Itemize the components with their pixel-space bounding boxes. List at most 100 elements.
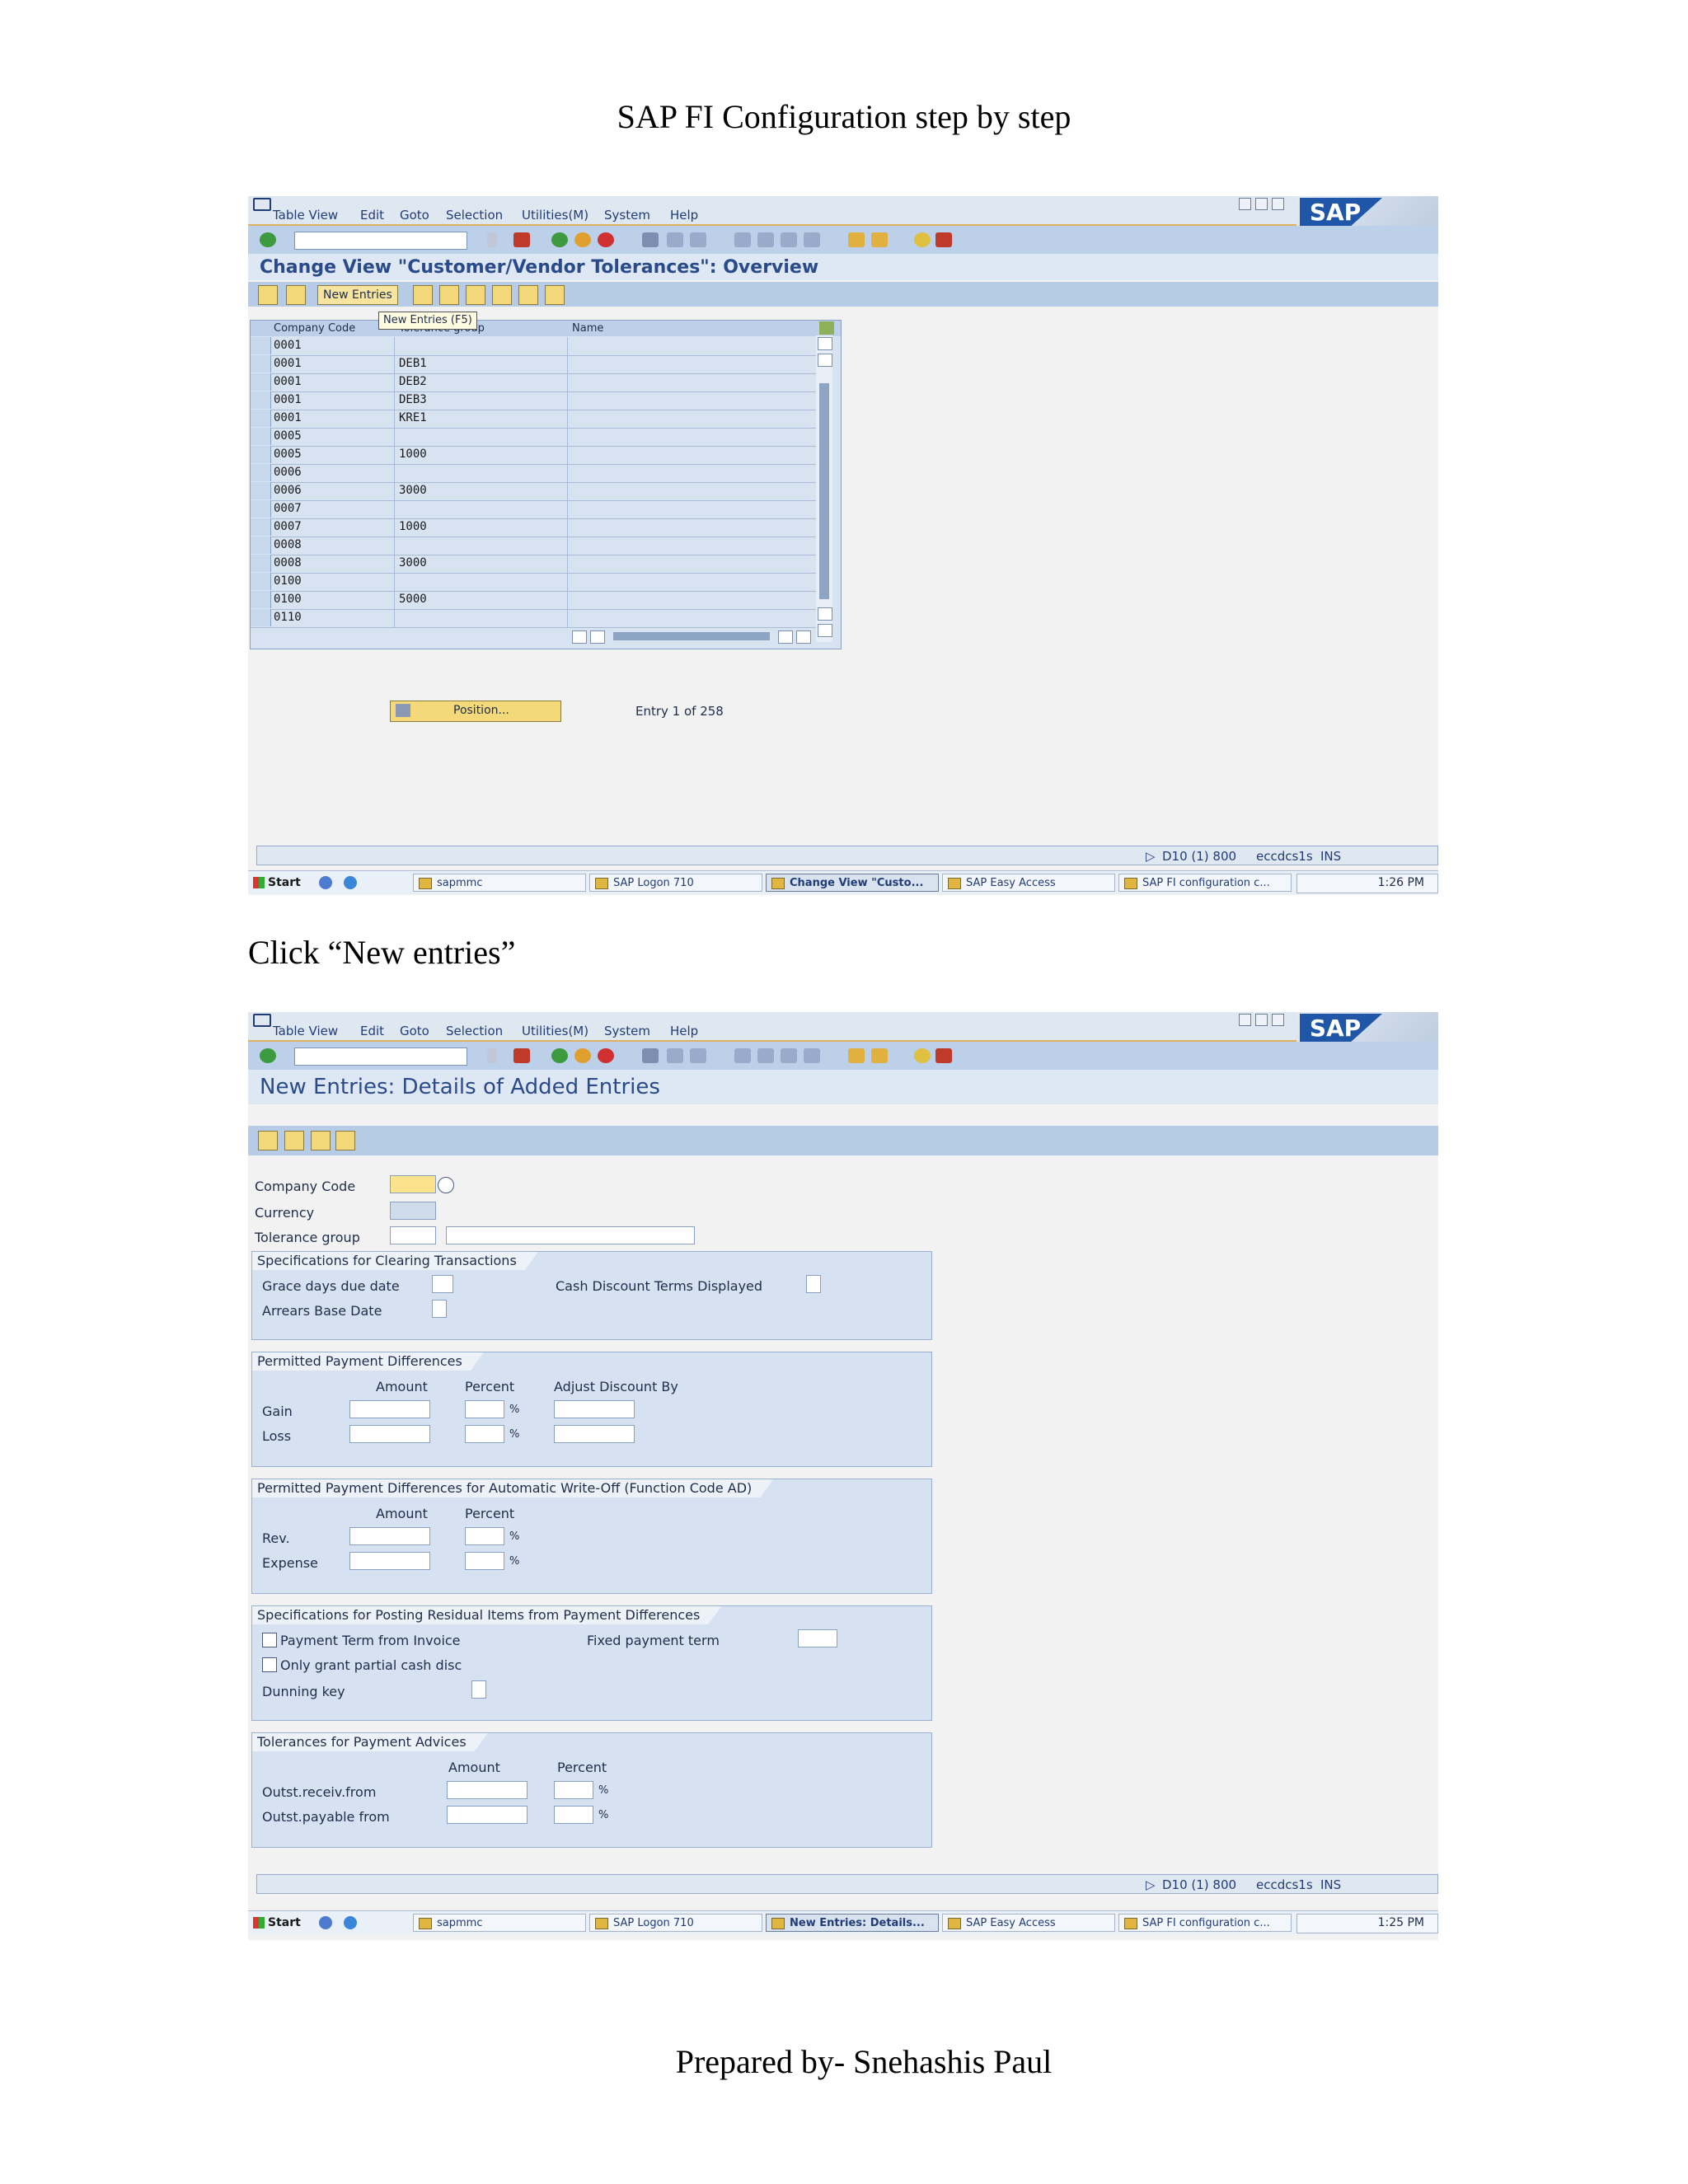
- arrears-base-input[interactable]: [432, 1300, 447, 1318]
- find-icon[interactable]: [667, 232, 683, 247]
- fixed-term-input[interactable]: [798, 1629, 837, 1647]
- gain-amount-input[interactable]: [349, 1400, 430, 1418]
- previous-page-icon[interactable]: [757, 232, 774, 247]
- status-expand-icon[interactable]: ▷: [1146, 1877, 1156, 1892]
- table-row[interactable]: 0001 DEB3: [251, 391, 819, 410]
- page-down-icon[interactable]: [818, 624, 832, 637]
- scroll-col-right-icon[interactable]: [796, 630, 811, 644]
- table-row[interactable]: 0001 DEB2: [251, 373, 819, 392]
- menu-system[interactable]: System: [604, 208, 650, 223]
- menu-utilities[interactable]: Utilities(M): [522, 208, 588, 223]
- search-help-icon[interactable]: [438, 1177, 454, 1193]
- row-selector[interactable]: [251, 337, 271, 354]
- quicklaunch-ie-icon[interactable]: [344, 1916, 357, 1929]
- delete-icon[interactable]: [284, 1131, 304, 1151]
- outst-payable-amount-input[interactable]: [447, 1806, 528, 1824]
- row-selector[interactable]: [251, 500, 271, 518]
- table-row[interactable]: 0005 1000: [251, 446, 819, 465]
- partial-cash-checkbox[interactable]: [262, 1657, 277, 1672]
- task-sap-logon[interactable]: SAP Logon 710: [589, 874, 762, 892]
- menu-edit[interactable]: Edit: [360, 1024, 384, 1038]
- status-expand-icon[interactable]: ▷: [1146, 849, 1156, 864]
- loss-amount-input[interactable]: [349, 1425, 430, 1443]
- row-selector[interactable]: [251, 464, 271, 481]
- scroll-right-icon[interactable]: [590, 630, 605, 644]
- quicklaunch-desktop-icon[interactable]: [319, 1916, 332, 1929]
- row-selector[interactable]: [251, 373, 271, 391]
- minimize-icon[interactable]: [1239, 198, 1251, 210]
- table-row[interactable]: 0007 1000: [251, 518, 819, 537]
- menu-system[interactable]: System: [604, 1024, 650, 1038]
- row-selector[interactable]: [251, 591, 271, 608]
- hscroll-thumb[interactable]: [613, 632, 770, 640]
- close-window-icon[interactable]: [1272, 1014, 1284, 1026]
- scroll-up-icon[interactable]: [818, 337, 832, 350]
- details-icon[interactable]: [286, 285, 306, 305]
- help-icon[interactable]: [914, 232, 931, 247]
- loss-percent-input[interactable]: [465, 1425, 504, 1443]
- system-menu-icon[interactable]: [253, 198, 271, 211]
- next-entry-icon[interactable]: [335, 1131, 355, 1151]
- task-sapmmc[interactable]: sapmmc: [413, 874, 586, 892]
- table-row[interactable]: 0100: [251, 573, 819, 592]
- history-icon[interactable]: [487, 1048, 497, 1063]
- start-button[interactable]: Start: [251, 1914, 301, 1932]
- gain-percent-input[interactable]: [465, 1400, 504, 1418]
- print-icon[interactable]: [642, 1048, 659, 1063]
- scroll-down-icon[interactable]: [818, 354, 832, 367]
- task-sap-easy-access[interactable]: SAP Easy Access: [942, 1914, 1115, 1932]
- close-window-icon[interactable]: [1272, 198, 1284, 210]
- next-page-icon[interactable]: [781, 1048, 797, 1063]
- task-word-document[interactable]: SAP FI configuration c...: [1118, 874, 1292, 892]
- previous-page-icon[interactable]: [757, 1048, 774, 1063]
- cancel-icon[interactable]: [598, 1048, 614, 1063]
- table-row[interactable]: 0006: [251, 464, 819, 483]
- row-selector[interactable]: [251, 537, 271, 554]
- select-block-icon[interactable]: [518, 285, 538, 305]
- maximize-icon[interactable]: [1255, 1014, 1268, 1026]
- shortcut-icon[interactable]: [871, 1048, 888, 1063]
- payment-term-checkbox[interactable]: [262, 1633, 277, 1647]
- tolerance-group-input[interactable]: [390, 1226, 436, 1244]
- menu-table-view[interactable]: Table View: [273, 208, 338, 223]
- row-selector[interactable]: [251, 391, 271, 409]
- exit-icon[interactable]: [574, 1048, 591, 1063]
- table-row[interactable]: 0001 KRE1: [251, 410, 819, 429]
- column-name[interactable]: Name: [572, 322, 603, 335]
- last-page-icon[interactable]: [804, 1048, 820, 1063]
- cash-discount-input[interactable]: [806, 1275, 821, 1293]
- dunning-key-input[interactable]: [471, 1680, 486, 1699]
- table-row[interactable]: 0100 5000: [251, 591, 819, 610]
- outst-receiv-amount-input[interactable]: [447, 1781, 528, 1799]
- menu-table-view[interactable]: Table View: [273, 1024, 338, 1038]
- row-selector[interactable]: [251, 482, 271, 499]
- enter-icon[interactable]: [260, 1048, 276, 1063]
- delete-icon[interactable]: [439, 285, 459, 305]
- find-icon[interactable]: [667, 1048, 683, 1063]
- display-change-icon[interactable]: [258, 285, 278, 305]
- save-icon[interactable]: [513, 232, 530, 247]
- menu-selection[interactable]: Selection: [446, 208, 503, 223]
- find-next-icon[interactable]: [690, 1048, 706, 1063]
- new-entries-button[interactable]: New Entries: [317, 285, 398, 305]
- outst-payable-percent-input[interactable]: [554, 1806, 593, 1824]
- back-icon[interactable]: [551, 232, 568, 247]
- display-change-icon[interactable]: [258, 1131, 278, 1151]
- column-company-code[interactable]: Company Code: [274, 322, 355, 335]
- page-up-icon[interactable]: [818, 607, 832, 621]
- table-row[interactable]: 0001 DEB1: [251, 355, 819, 374]
- back-icon[interactable]: [551, 1048, 568, 1063]
- maximize-icon[interactable]: [1255, 198, 1268, 210]
- row-selector[interactable]: [251, 355, 271, 373]
- copy-icon[interactable]: [413, 285, 433, 305]
- gain-adjust-input[interactable]: [554, 1400, 635, 1418]
- shortcut-icon[interactable]: [871, 232, 888, 247]
- previous-entry-icon[interactable]: [311, 1131, 331, 1151]
- menu-selection[interactable]: Selection: [446, 1024, 503, 1038]
- quicklaunch-desktop-icon[interactable]: [319, 876, 332, 889]
- undo-change-icon[interactable]: [466, 285, 485, 305]
- save-icon[interactable]: [513, 1048, 530, 1063]
- rev-percent-input[interactable]: [465, 1527, 504, 1545]
- help-icon[interactable]: [914, 1048, 931, 1063]
- column-config-icon[interactable]: [819, 321, 834, 335]
